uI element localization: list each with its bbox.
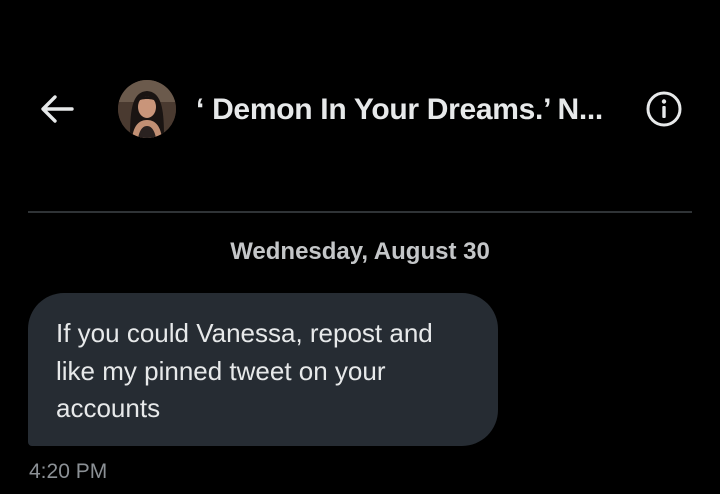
avatar[interactable] bbox=[118, 80, 176, 138]
conversation-header: ‘ Demon In Your Dreams.’ N... bbox=[0, 0, 720, 212]
date-separator: Wednesday, August 30 bbox=[230, 238, 490, 265]
header-divider bbox=[28, 211, 692, 213]
message-text: If you could Vanessa, repost and like my… bbox=[56, 318, 433, 423]
user-avatar-image bbox=[118, 80, 176, 138]
arrow-left-icon bbox=[41, 95, 74, 123]
chat-title[interactable]: ‘ Demon In Your Dreams.’ N... bbox=[196, 91, 626, 129]
message-timestamp: 4:20 PM bbox=[29, 460, 108, 483]
message-bubble[interactable]: If you could Vanessa, repost and like my… bbox=[28, 293, 498, 446]
info-circle-icon bbox=[646, 91, 682, 127]
info-button[interactable] bbox=[644, 89, 684, 129]
back-button[interactable] bbox=[36, 88, 78, 130]
